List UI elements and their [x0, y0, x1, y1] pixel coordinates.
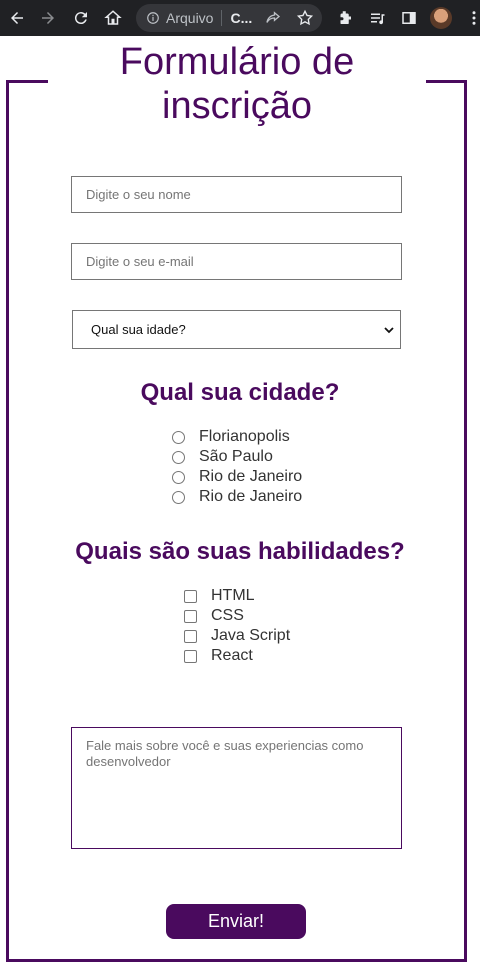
city-option-label: Rio de Janeiro — [199, 488, 303, 505]
address-separator — [221, 10, 223, 26]
checkbox[interactable] — [184, 609, 197, 623]
skill-option[interactable]: React — [184, 646, 290, 666]
reload-icon[interactable] — [69, 6, 93, 30]
browser-toolbar: Arquivo C... — [0, 0, 480, 36]
page-content: Formulário de inscrição Qual sua idade? … — [0, 36, 480, 971]
address-host: C... — [230, 10, 253, 26]
radio-button[interactable] — [172, 470, 185, 484]
city-section-title: Qual sua cidade? — [140, 379, 340, 406]
bookmark-star-icon[interactable] — [296, 9, 314, 27]
forward-icon[interactable] — [36, 6, 60, 30]
skill-option[interactable]: CSS — [184, 606, 290, 626]
about-textarea[interactable] — [71, 727, 402, 849]
security-label: Arquivo — [166, 10, 214, 26]
menu-kebab-icon[interactable] — [462, 6, 480, 30]
age-select-value: Qual sua idade? — [91, 322, 186, 337]
share-icon[interactable] — [264, 9, 282, 27]
city-option-label: Rio de Janeiro — [199, 468, 303, 485]
profile-avatar[interactable] — [430, 7, 452, 29]
radio-button[interactable] — [172, 490, 185, 504]
chevron-down-icon — [384, 327, 394, 334]
city-option-label: Florianopolis — [199, 428, 290, 445]
city-option[interactable]: Rio de Janeiro — [172, 487, 302, 507]
checkbox[interactable] — [184, 649, 197, 663]
side-panel-icon[interactable] — [397, 6, 421, 30]
city-option[interactable]: São Paulo — [172, 447, 302, 467]
city-option[interactable]: Florianopolis — [172, 427, 302, 447]
radio-button[interactable] — [172, 430, 185, 444]
back-icon[interactable] — [5, 6, 29, 30]
age-select[interactable]: Qual sua idade? — [72, 310, 401, 349]
radio-button[interactable] — [172, 450, 185, 464]
checkbox[interactable] — [184, 589, 197, 603]
skill-option[interactable]: HTML — [184, 586, 290, 606]
skill-option-label: React — [211, 647, 253, 664]
city-option[interactable]: Rio de Janeiro — [172, 467, 302, 487]
checkbox[interactable] — [184, 629, 197, 643]
extensions-icon[interactable] — [333, 6, 357, 30]
skill-option-label: HTML — [211, 587, 255, 604]
city-options: Florianopolis São Paulo Rio de Janeiro R… — [172, 427, 302, 507]
address-bar[interactable]: Arquivo C... — [136, 4, 322, 32]
page-title: Formulário de inscrição — [48, 40, 426, 128]
submit-button[interactable]: Enviar! — [166, 904, 306, 939]
skill-option-label: CSS — [211, 607, 244, 624]
skill-option[interactable]: Java Script — [184, 626, 290, 646]
skills-section-title: Quais são suas habilidades? — [75, 538, 405, 565]
skill-option-label: Java Script — [211, 627, 291, 644]
info-icon[interactable] — [146, 11, 160, 25]
city-option-label: São Paulo — [199, 448, 273, 465]
name-input[interactable] — [71, 176, 402, 213]
email-input[interactable] — [71, 243, 402, 280]
skills-options: HTML CSS Java Script React — [184, 586, 290, 666]
home-icon[interactable] — [101, 6, 125, 30]
media-queue-icon[interactable] — [365, 6, 389, 30]
